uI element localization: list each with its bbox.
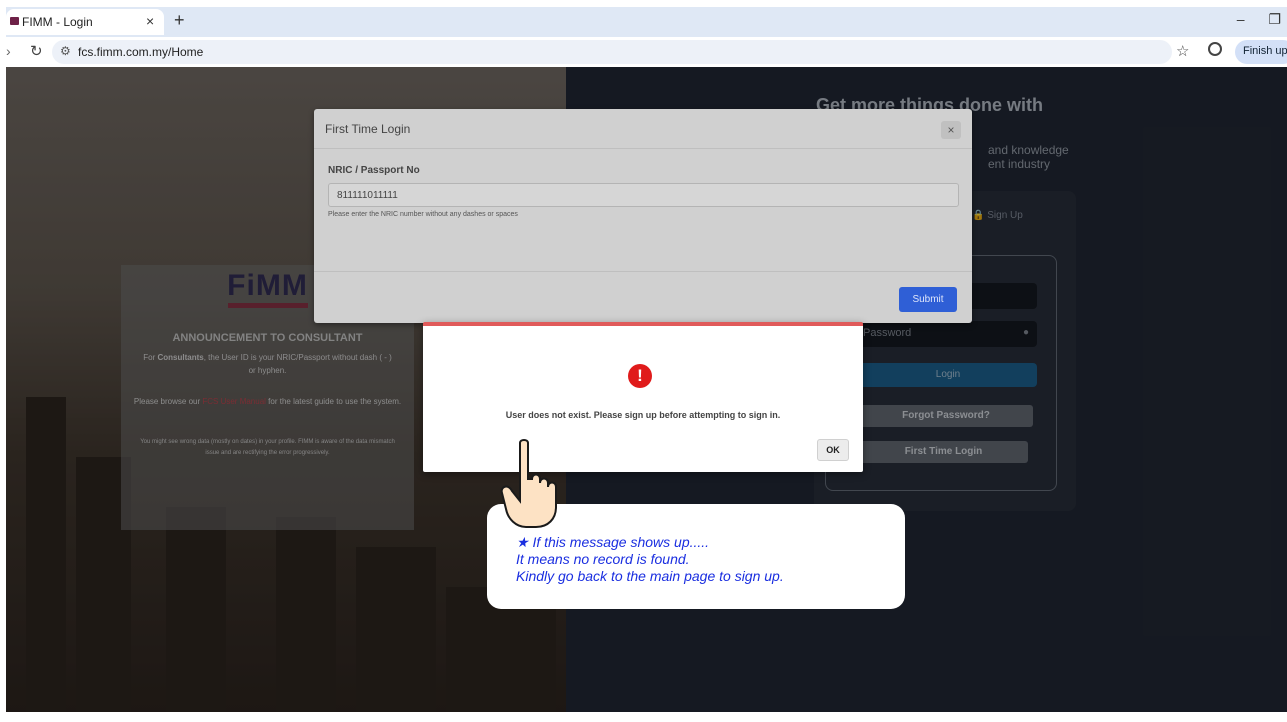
page-viewport: Get more things done with and knowledge … (6, 67, 1287, 712)
error-icon: ! (628, 364, 652, 388)
minimize-icon[interactable]: – (1237, 11, 1245, 27)
address-bar: › ↻ ⚙ fcs.fimm.com.my/Home ☆ Finish upda… (6, 37, 1287, 67)
callout-text: ★ If this message shows up..... It means… (516, 534, 784, 585)
browser-chrome: FIMM - Login × + – ❐ › ↻ ⚙ fcs.fimm.com.… (6, 7, 1287, 67)
callout-line: Kindly go back to the main page to sign … (516, 568, 784, 584)
modal-footer-divider (314, 271, 972, 272)
screenshot-frame: FIMM - Login × + – ❐ › ↻ ⚙ fcs.fimm.com.… (0, 0, 1287, 722)
ok-button[interactable]: OK (817, 439, 849, 461)
star-icon[interactable]: ☆ (1176, 42, 1189, 60)
restore-icon[interactable]: ❐ (1268, 11, 1281, 27)
nric-label: NRIC / Passport No (328, 165, 420, 176)
new-tab-button[interactable]: + (174, 10, 185, 31)
callout-line: ★ If this message shows up..... (516, 534, 710, 550)
reload-icon[interactable]: ↻ (30, 42, 43, 60)
nric-help-text: Please enter the NRIC number without any… (328, 211, 518, 218)
submit-button[interactable]: Submit (899, 287, 957, 312)
url-text[interactable]: fcs.fimm.com.my/Home (78, 45, 203, 59)
tab-title: FIMM - Login (22, 15, 93, 29)
back-icon[interactable]: › (6, 43, 11, 59)
first-time-login-modal: First Time Login × NRIC / Passport No 81… (314, 109, 972, 323)
callout-line: It means no record is found. (516, 551, 690, 567)
browser-tab[interactable]: FIMM - Login × (6, 9, 164, 35)
profile-icon[interactable] (1208, 42, 1222, 56)
alert-message: User does not exist. Please sign up befo… (505, 410, 781, 420)
update-button[interactable]: Finish update (1235, 40, 1287, 64)
modal-header: First Time Login × (314, 109, 972, 149)
close-icon[interactable]: × (941, 121, 961, 139)
site-settings-icon[interactable]: ⚙ (60, 44, 71, 58)
pointing-hand-icon (500, 439, 557, 528)
tab-close-icon[interactable]: × (146, 13, 154, 29)
nric-input[interactable]: 811111011111 (328, 183, 959, 207)
omnibox[interactable]: ⚙ fcs.fimm.com.my/Home (52, 40, 1172, 64)
modal-title: First Time Login (325, 122, 411, 136)
error-alert-dialog: ! User does not exist. Please sign up be… (423, 322, 863, 472)
favicon-icon (10, 17, 19, 25)
window-controls: – ❐ (1217, 11, 1281, 28)
